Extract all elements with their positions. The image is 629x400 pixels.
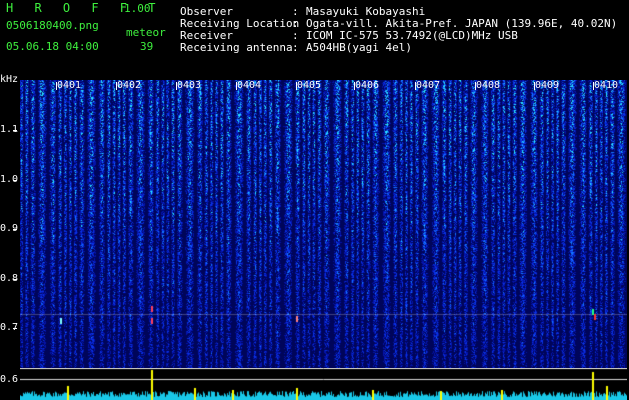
time-label: 0401 [57, 80, 82, 91]
spectrogram [20, 80, 627, 368]
counter-label: meteor [126, 26, 166, 39]
info-key-antenna: Receiving antenna [180, 41, 293, 54]
time-label: 0407 [416, 80, 441, 91]
info-value-antenna: A504HB(yagi 4el) [306, 41, 412, 54]
y-axis-unit: kHz [0, 74, 19, 85]
y-tick [13, 229, 17, 230]
time-label: 0410 [594, 80, 619, 91]
time-mark [354, 82, 355, 90]
time-mark [236, 82, 237, 90]
y-tick [13, 328, 17, 329]
activity-strip [20, 368, 627, 400]
y-tick [13, 180, 17, 181]
time-label: 0402 [117, 80, 142, 91]
time-label: 0404 [237, 80, 262, 91]
meteor-count: 39 [140, 40, 154, 53]
info-sep: : [292, 41, 299, 54]
time-mark [475, 82, 476, 90]
time-mark [116, 82, 117, 90]
time-mark [534, 82, 535, 90]
y-tick [13, 279, 17, 280]
time-mark [593, 82, 594, 90]
y-tick-label: 0.6 [0, 374, 19, 385]
date-time: 05.06.18 04:00 [6, 40, 99, 53]
time-label: 0409 [535, 80, 560, 91]
time-mark [415, 82, 416, 90]
time-label: 0408 [476, 80, 501, 91]
time-mark [176, 82, 177, 90]
time-label: 0405 [297, 80, 322, 91]
time-mark [296, 82, 297, 90]
time-mark [56, 82, 57, 90]
y-tick [13, 130, 17, 131]
time-label: 0403 [177, 80, 202, 91]
time-label: 0406 [355, 80, 380, 91]
file-name: 0506180400.png [6, 19, 99, 32]
app-version: 1.00 [124, 2, 151, 15]
